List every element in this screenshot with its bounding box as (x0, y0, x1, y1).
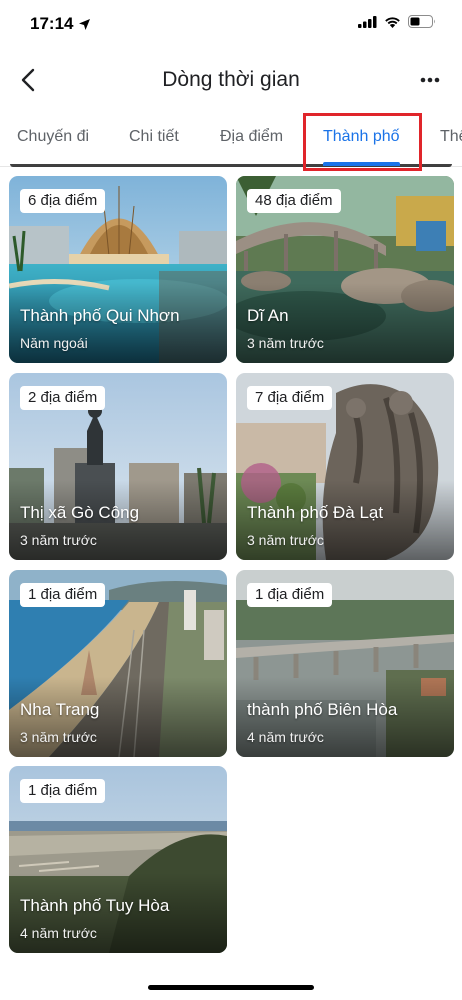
place-count-badge: 48 địa điểm (247, 189, 341, 213)
app-header: Dòng thời gian (0, 52, 462, 108)
visit-time: 3 năm trước (20, 532, 97, 548)
status-time-text: 17:14 (30, 14, 74, 33)
city-card-qui-nhon[interactable]: 6 địa điểm Thành phố Qui Nhơn Năm ngoái (9, 176, 227, 363)
tab-details[interactable]: Chi tiết (129, 108, 179, 166)
tab-world[interactable]: Thế (440, 108, 462, 166)
visit-time: Năm ngoái (20, 335, 88, 351)
visit-time: 3 năm trước (20, 729, 97, 745)
tab-places[interactable]: Địa điểm (220, 108, 283, 166)
page-title: Dòng thời gian (162, 68, 300, 91)
place-count-badge: 1 địa điểm (247, 583, 333, 607)
city-name: Dĩ An (247, 306, 289, 325)
city-name: Nha Trang (20, 700, 100, 719)
city-card-go-cong[interactable]: 2 địa điểm Thị xã Gò Công 3 năm trước (9, 373, 227, 560)
city-card-bien-hoa[interactable]: 1 địa điểm thành phố Biên Hòa 4 năm trướ… (236, 570, 454, 757)
city-name: thành phố Biên Hòa (247, 700, 398, 719)
wifi-icon (385, 16, 400, 28)
place-count-badge: 6 địa điểm (20, 189, 106, 213)
status-time: 17:14 (30, 14, 91, 34)
city-name: Thành phố Qui Nhơn (20, 306, 180, 325)
tab-trips[interactable]: Chuyến đi (17, 108, 89, 166)
more-options-button[interactable] (412, 64, 448, 96)
location-arrow-icon (79, 18, 91, 30)
place-count-badge: 1 địa điểm (20, 779, 106, 803)
cellular-signal-icon (358, 15, 377, 28)
home-indicator[interactable] (148, 985, 314, 990)
visit-time: 3 năm trước (247, 532, 324, 548)
status-bar: 17:14 (0, 0, 462, 50)
more-horizontal-icon (420, 77, 440, 83)
city-name: Thị xã Gò Công (20, 503, 140, 522)
place-count-badge: 2 địa điểm (20, 386, 106, 410)
tab-highlight-box (303, 113, 422, 171)
city-name: Thành phố Tuy Hòa (20, 896, 170, 915)
status-icons (358, 15, 436, 28)
city-name: Thành phố Đà Lạt (247, 503, 384, 522)
battery-icon (408, 15, 435, 28)
place-count-badge: 7 địa điểm (247, 386, 333, 410)
visit-time: 4 năm trước (20, 925, 97, 941)
visit-time: 3 năm trước (247, 335, 324, 351)
city-card-di-an[interactable]: 48 địa điểm Dĩ An 3 năm trước (236, 176, 454, 363)
visit-time: 4 năm trước (247, 729, 324, 745)
city-card-da-lat[interactable]: 7 địa điểm Thành phố Đà Lạt 3 năm trước (236, 373, 454, 560)
place-count-badge: 1 địa điểm (20, 583, 106, 607)
city-card-tuy-hoa[interactable]: 1 địa điểm Thành phố Tuy Hòa 4 năm trước (9, 766, 227, 953)
city-card-nha-trang[interactable]: 1 địa điểm Nha Trang 3 năm trước (9, 570, 227, 757)
